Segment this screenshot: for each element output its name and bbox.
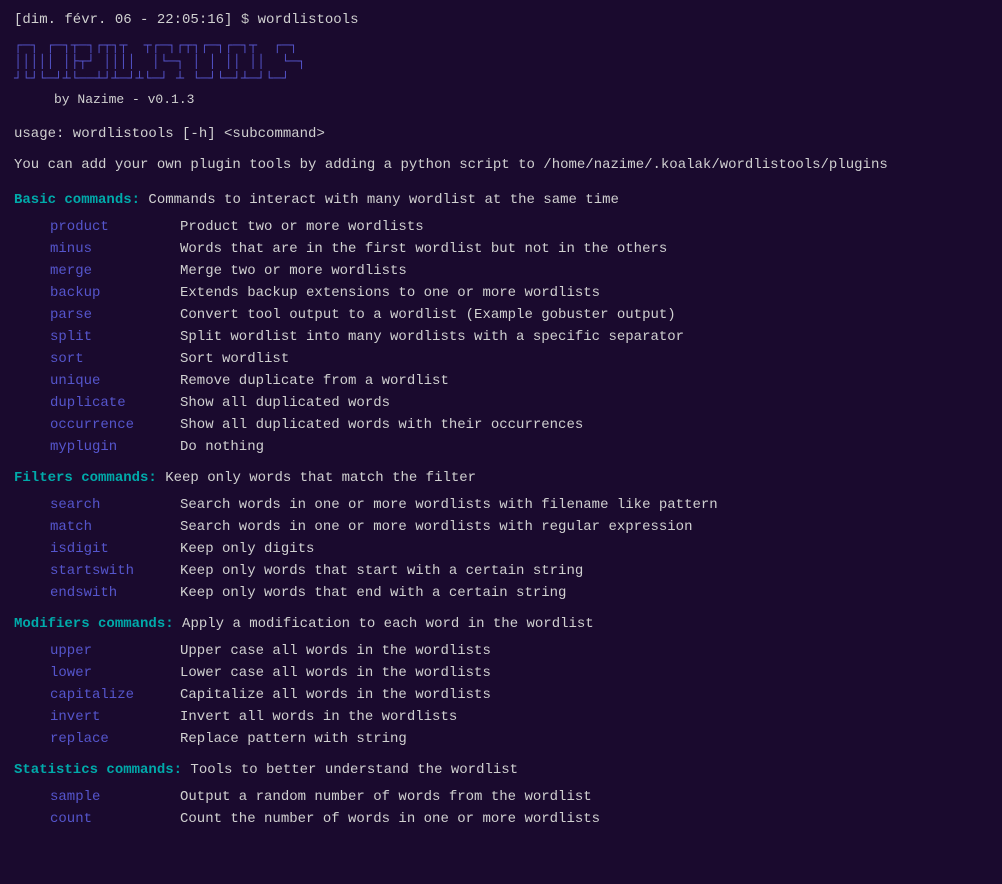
cmd-desc-invert: Invert all words in the wordlists: [180, 707, 457, 728]
cmd-name-count: count: [50, 809, 180, 830]
cmd-name-endswith: endswith: [50, 583, 180, 604]
section-desc-0: Commands to interact with many wordlist …: [140, 192, 619, 208]
section-header-0: Basic commands: Commands to interact wit…: [14, 190, 988, 211]
cmd-name-product: product: [50, 217, 180, 238]
section-label-2: Modifiers commands:: [14, 616, 174, 632]
cmd-name-myplugin: myplugin: [50, 437, 180, 458]
prompt-bracket: [dim. févr. 06 - 22:05:16]: [14, 12, 232, 28]
cmd-desc-unique: Remove duplicate from a wordlist: [180, 371, 449, 392]
command-row-0-5: splitSplit wordlist into many wordlists …: [14, 327, 988, 348]
command-row-2-4: replaceReplace pattern with string: [14, 729, 988, 750]
cmd-name-startswith: startswith: [50, 561, 180, 582]
cmd-desc-isdigit: Keep only digits: [180, 539, 314, 560]
cmd-name-sample: sample: [50, 787, 180, 808]
cmd-desc-replace: Replace pattern with string: [180, 729, 407, 750]
cmd-name-duplicate: duplicate: [50, 393, 180, 414]
cmd-desc-backup: Extends backup extensions to one or more…: [180, 283, 600, 304]
command-row-3-1: countCount the number of words in one or…: [14, 809, 988, 830]
command-row-0-3: backupExtends backup extensions to one o…: [14, 283, 988, 304]
command-row-2-0: upperUpper case all words in the wordlis…: [14, 641, 988, 662]
section-2: Modifiers commands: Apply a modification…: [14, 614, 988, 750]
command-row-3-0: sampleOutput a random number of words fr…: [14, 787, 988, 808]
cmd-name-unique: unique: [50, 371, 180, 392]
cmd-name-search: search: [50, 495, 180, 516]
cmd-desc-lower: Lower case all words in the wordlists: [180, 663, 491, 684]
cmd-desc-upper: Upper case all words in the wordlists: [180, 641, 491, 662]
cmd-desc-sample: Output a random number of words from the…: [180, 787, 592, 808]
cmd-desc-minus: Words that are in the first wordlist but…: [180, 239, 667, 260]
by-line: by Nazime - v0.1.3: [54, 90, 988, 110]
command-row-2-2: capitalizeCapitalize all words in the wo…: [14, 685, 988, 706]
cmd-desc-match: Search words in one or more wordlists wi…: [180, 517, 692, 538]
section-desc-1: Keep only words that match the filter: [157, 470, 476, 486]
section-label-3: Statistics commands:: [14, 762, 182, 778]
section-desc-3: Tools to better understand the wordlist: [182, 762, 518, 778]
cmd-desc-product: Product two or more wordlists: [180, 217, 424, 238]
section-header-3: Statistics commands: Tools to better und…: [14, 760, 988, 781]
command-row-1-2: isdigitKeep only digits: [14, 539, 988, 560]
cmd-name-match: match: [50, 517, 180, 538]
cmd-name-capitalize: capitalize: [50, 685, 180, 706]
command-row-0-6: sortSort wordlist: [14, 349, 988, 370]
usage-line: usage: wordlistools [-h] <subcommand>: [14, 124, 988, 145]
command-row-2-1: lowerLower case all words in the wordlis…: [14, 663, 988, 684]
ascii-art-logo-real: ┌─┐ ┌─┐┬─┐┌┬┐┬ ┬┌─┐┌┬┐┌─┐┌─┐┬ ┌─┐ │││││ …: [14, 39, 988, 88]
command-row-0-10: mypluginDo nothing: [14, 437, 988, 458]
cmd-desc-search: Search words in one or more wordlists wi…: [180, 495, 718, 516]
command-row-0-0: productProduct two or more wordlists: [14, 217, 988, 238]
command-row-1-4: endswithKeep only words that end with a …: [14, 583, 988, 604]
cmd-name-replace: replace: [50, 729, 180, 750]
cmd-desc-myplugin: Do nothing: [180, 437, 264, 458]
cmd-name-lower: lower: [50, 663, 180, 684]
cmd-desc-count: Count the number of words in one or more…: [180, 809, 600, 830]
command-row-1-3: startswithKeep only words that start wit…: [14, 561, 988, 582]
command-row-0-7: uniqueRemove duplicate from a wordlist: [14, 371, 988, 392]
command-row-2-3: invertInvert all words in the wordlists: [14, 707, 988, 728]
command-row-0-4: parseConvert tool output to a wordlist (…: [14, 305, 988, 326]
cmd-desc-sort: Sort wordlist: [180, 349, 289, 370]
cmd-name-upper: upper: [50, 641, 180, 662]
section-header-1: Filters commands: Keep only words that m…: [14, 468, 988, 489]
cmd-desc-capitalize: Capitalize all words in the wordlists: [180, 685, 491, 706]
cmd-name-minus: minus: [50, 239, 180, 260]
cmd-name-parse: parse: [50, 305, 180, 326]
prompt-command: wordlistools: [258, 12, 359, 28]
cmd-name-backup: backup: [50, 283, 180, 304]
plugin-line: You can add your own plugin tools by add…: [14, 155, 988, 176]
command-row-0-9: occurrenceShow all duplicated words with…: [14, 415, 988, 436]
cmd-name-merge: merge: [50, 261, 180, 282]
cmd-desc-parse: Convert tool output to a wordlist (Examp…: [180, 305, 676, 326]
prompt-dollar: $: [241, 12, 258, 28]
command-row-1-1: matchSearch words in one or more wordlis…: [14, 517, 988, 538]
cmd-desc-merge: Merge two or more wordlists: [180, 261, 407, 282]
cmd-name-isdigit: isdigit: [50, 539, 180, 560]
cmd-desc-split: Split wordlist into many wordlists with …: [180, 327, 684, 348]
section-label-1: Filters commands:: [14, 470, 157, 486]
section-label-0: Basic commands:: [14, 192, 140, 208]
cmd-name-split: split: [50, 327, 180, 348]
command-row-0-8: duplicateShow all duplicated words: [14, 393, 988, 414]
cmd-name-invert: invert: [50, 707, 180, 728]
section-0: Basic commands: Commands to interact wit…: [14, 190, 988, 458]
section-3: Statistics commands: Tools to better und…: [14, 760, 988, 830]
cmd-name-sort: sort: [50, 349, 180, 370]
cmd-name-occurrence: occurrence: [50, 415, 180, 436]
prompt-line: [dim. févr. 06 - 22:05:16] $ wordlistool…: [14, 10, 988, 31]
section-1: Filters commands: Keep only words that m…: [14, 468, 988, 604]
command-row-1-0: searchSearch words in one or more wordli…: [14, 495, 988, 516]
section-header-2: Modifiers commands: Apply a modification…: [14, 614, 988, 635]
cmd-desc-endswith: Keep only words that end with a certain …: [180, 583, 566, 604]
command-row-0-2: mergeMerge two or more wordlists: [14, 261, 988, 282]
cmd-desc-occurrence: Show all duplicated words with their occ…: [180, 415, 583, 436]
sections-container: Basic commands: Commands to interact wit…: [14, 190, 988, 830]
cmd-desc-duplicate: Show all duplicated words: [180, 393, 390, 414]
cmd-desc-startswith: Keep only words that start with a certai…: [180, 561, 583, 582]
command-row-0-1: minusWords that are in the first wordlis…: [14, 239, 988, 260]
section-desc-2: Apply a modification to each word in the…: [174, 616, 594, 632]
